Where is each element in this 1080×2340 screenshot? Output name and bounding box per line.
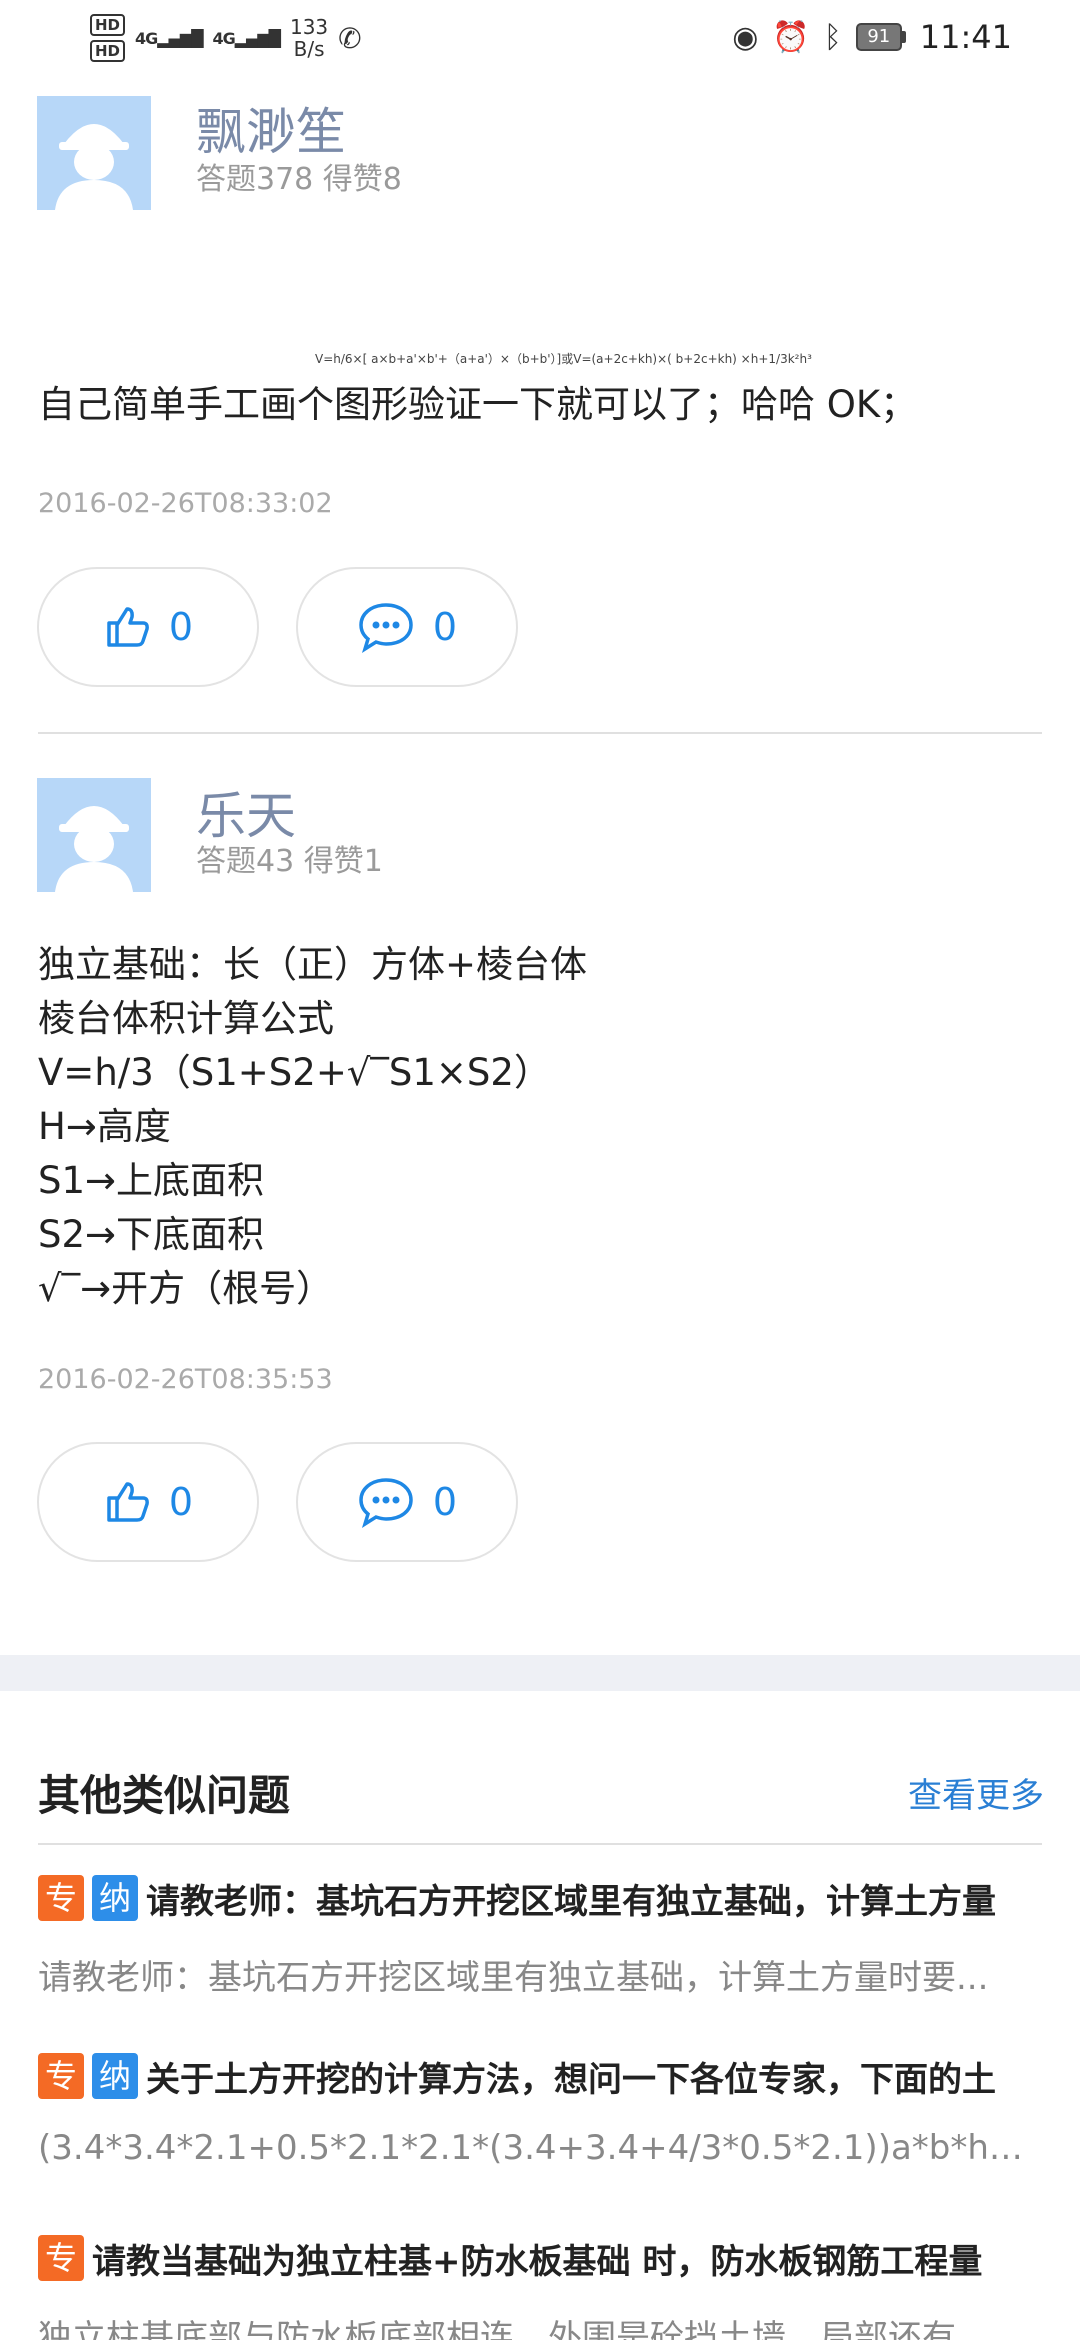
worker-avatar-icon <box>37 778 151 892</box>
answer-text: 独立基础：长（正）方体+棱台体 棱台体积计算公式 V=h/3（S1+S2+√‾S… <box>38 943 588 1310</box>
comment-count: 0 <box>432 605 458 649</box>
like-count: 0 <box>168 1480 194 1524</box>
question-summary: 独立柱基底部与防水板底部相连，外围是砼挡土墙，局部还有 <box>38 2318 956 2340</box>
avatar[interactable] <box>37 96 151 210</box>
question-title[interactable]: 关于土方开挖的计算方法，想问一下各位专家，下面的土 <box>146 2052 996 2101</box>
answer-text: 自己简单手工画个图形验证一下就可以了；哈哈 OK； <box>38 383 918 426</box>
question-title[interactable]: 请教当基础为独立柱基+防水板基础 时，防水板钢筋工程量 <box>92 2234 982 2283</box>
sim1-signal-icon: 4G▂▄▆█ <box>135 28 203 48</box>
expert-tag: 专 <box>38 1875 84 1921</box>
similar-divider <box>38 1843 1042 1845</box>
answer-timestamp: 2016-02-26T08:33:02 <box>38 488 333 519</box>
alarm-icon: ⏰ <box>772 19 810 55</box>
similar-question-item[interactable]: 专 纳 请教老师：基坑石方开挖区域里有独立基础，计算土方量 请教老师：基坑石方开… <box>38 1872 1042 1999</box>
clock: 11:41 <box>919 18 1012 56</box>
comment-bubble-icon <box>359 1478 413 1528</box>
like-count: 0 <box>168 605 194 649</box>
sim1-label: 4G <box>135 28 158 48</box>
question-summary: (3.4*3.4*2.1+0.5*2.1*2.1*(3.4+3.4+4/3*0.… <box>38 2128 1042 2168</box>
speed-unit: B/s <box>293 37 325 61</box>
formula-image: V=h/6×[ a×b+a'×b'+（a+a'）×（b+b'）]或V=(a+2c… <box>315 352 812 366</box>
thumbs-up-icon <box>107 1482 149 1522</box>
avatar[interactable] <box>37 778 151 892</box>
battery-level: 91 <box>855 23 902 51</box>
status-bar: HD HD 4G▂▄▆█ 4G▂▄▆█ 133 B/s ✆ ◉ ⏰ ᛒ 91 1… <box>0 0 1080 84</box>
bluetooth-icon: ᛒ <box>823 19 842 55</box>
expert-tag: 专 <box>38 2053 84 2099</box>
question-title[interactable]: 请教老师：基坑石方开挖区域里有独立基础，计算土方量 <box>146 1874 996 1923</box>
hd-badge-2: HD <box>90 40 126 62</box>
comment-button[interactable]: 0 <box>296 1442 518 1562</box>
answer-divider <box>38 732 1042 734</box>
similar-question-item[interactable]: 专 纳 关于土方开挖的计算方法，想问一下各位专家，下面的土 (3.4*3.4*2… <box>38 2050 1042 2168</box>
network-speed: 133 B/s <box>290 16 328 60</box>
author-stats: 答题43 得赞1 <box>196 844 383 879</box>
comment-bubble-icon <box>359 603 413 653</box>
section-separator <box>0 1655 1080 1691</box>
sim2-label: 4G <box>212 28 236 48</box>
similar-questions-title: 其他类似问题 <box>38 1771 291 1820</box>
answer-timestamp: 2016-02-26T08:35:53 <box>38 1364 333 1395</box>
accepted-tag: 纳 <box>92 1875 138 1921</box>
eye-comfort-icon: ◉ <box>732 19 759 55</box>
see-more-link[interactable]: 查看更多 <box>908 1768 1044 1817</box>
expert-tag: 专 <box>38 2235 84 2281</box>
like-button[interactable]: 0 <box>37 567 259 687</box>
author-stats: 答题378 得赞8 <box>196 162 402 197</box>
worker-avatar-icon <box>37 96 151 210</box>
sim2-signal-icon: 4G▂▄▆█ <box>212 28 281 48</box>
accepted-tag: 纳 <box>92 2053 138 2099</box>
wifi-call-icon: ✆ <box>338 21 362 55</box>
similar-question-item[interactable]: 专 请教当基础为独立柱基+防水板基础 时，防水板钢筋工程量 独立柱基底部与防水板… <box>38 2232 1042 2340</box>
like-button[interactable]: 0 <box>37 1442 259 1562</box>
hd-badge-1: HD <box>90 14 126 36</box>
comment-button[interactable]: 0 <box>296 567 518 687</box>
speed-value: 133 <box>289 15 329 39</box>
battery-icon: 91 <box>855 23 906 51</box>
comment-count: 0 <box>432 1480 458 1524</box>
thumbs-up-icon <box>107 607 149 647</box>
question-summary: 请教老师：基坑石方开挖区域里有独立基础，计算土方量时要... <box>38 1958 989 1998</box>
